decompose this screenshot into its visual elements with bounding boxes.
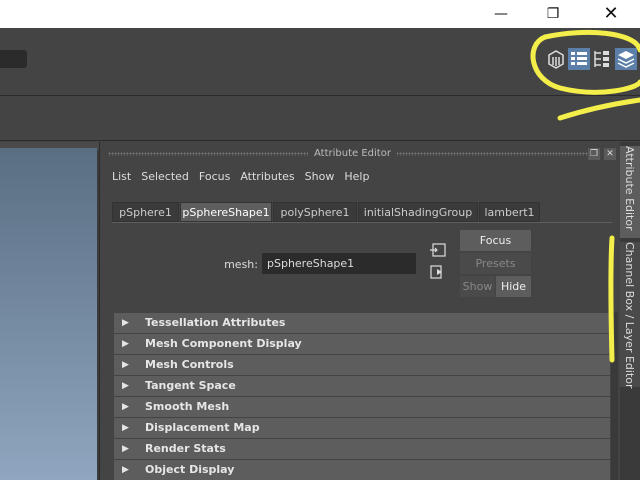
expand-arrow-icon: ▶: [122, 339, 129, 349]
menu-focus[interactable]: Focus: [199, 170, 230, 183]
shelf-bar: [0, 97, 640, 141]
menu-list[interactable]: List: [112, 170, 131, 183]
attribute-editor-menubar: List Selected Focus Attributes Show Help: [112, 170, 379, 188]
expand-arrow-icon: ▶: [122, 423, 129, 433]
section-object-display[interactable]: ▶ Object Display: [114, 460, 610, 480]
status-line: [0, 28, 640, 96]
attribute-editor-titlebar[interactable]: Attribute Editor ❐ ✕: [108, 146, 620, 162]
side-tab-channel-box[interactable]: Channel Box / Layer Editor: [620, 242, 640, 389]
search-field[interactable]: [0, 50, 27, 68]
modeling-toolkit-icon[interactable]: [545, 48, 567, 70]
output-connection-icon[interactable]: [430, 265, 446, 279]
tab-psphere1[interactable]: pSphere1: [112, 202, 179, 222]
side-tab-strip: Attribute Editor Channel Box / Layer Edi…: [620, 142, 640, 480]
channel-box-icon[interactable]: [615, 48, 637, 70]
close-button[interactable]: ✕: [588, 0, 634, 28]
focus-button[interactable]: Focus: [460, 230, 531, 251]
tab-polysphere1[interactable]: polySphere1: [273, 202, 357, 222]
hide-button[interactable]: Hide: [496, 276, 531, 297]
tool-settings-icon[interactable]: [591, 48, 613, 70]
menu-selected[interactable]: Selected: [141, 170, 189, 183]
viewport[interactable]: [0, 148, 97, 480]
section-render-stats[interactable]: ▶ Render Stats: [114, 439, 610, 459]
float-panel-icon[interactable]: ❐: [588, 148, 600, 160]
mesh-label: mesh:: [224, 258, 258, 271]
presets-button[interactable]: Presets: [460, 253, 531, 274]
tab-psphereshape1[interactable]: pSphereShape1: [180, 202, 272, 222]
attribute-editor-title: Attribute Editor: [308, 146, 397, 162]
section-tessellation-attributes[interactable]: ▶ Tessellation Attributes: [114, 313, 610, 333]
input-connection-icon[interactable]: [430, 243, 446, 257]
section-displacement-map[interactable]: ▶ Displacement Map: [114, 418, 610, 438]
section-mesh-component-display[interactable]: ▶ Mesh Component Display: [114, 334, 610, 354]
expand-arrow-icon: ▶: [122, 360, 129, 370]
side-tab-attribute-editor[interactable]: Attribute Editor: [620, 146, 640, 238]
maximize-button[interactable]: ❐: [530, 0, 576, 28]
section-mesh-controls[interactable]: ▶ Mesh Controls: [114, 355, 610, 375]
tab-initialshadinggroup[interactable]: initialShadingGroup: [358, 202, 478, 222]
section-smooth-mesh[interactable]: ▶ Smooth Mesh: [114, 397, 610, 417]
expand-arrow-icon: ▶: [122, 444, 129, 454]
show-button[interactable]: Show: [460, 276, 495, 297]
menu-show[interactable]: Show: [305, 170, 335, 183]
menu-help[interactable]: Help: [344, 170, 369, 183]
minimize-button[interactable]: —: [478, 0, 524, 28]
expand-arrow-icon: ▶: [122, 381, 129, 391]
tab-divider: [112, 222, 612, 223]
expand-arrow-icon: ▶: [122, 318, 129, 328]
mesh-name-field[interactable]: pSphereShape1: [262, 253, 416, 274]
expand-arrow-icon: ▶: [122, 465, 129, 475]
close-panel-icon[interactable]: ✕: [604, 148, 616, 160]
attribute-editor-panel: Attribute Editor ❐ ✕ List Selected Focus At…: [100, 142, 620, 480]
expand-arrow-icon: ▶: [122, 402, 129, 412]
window-titlebar: — ❐ ✕: [0, 0, 640, 28]
scrollbar[interactable]: [611, 312, 618, 480]
section-tangent-space[interactable]: ▶ Tangent Space: [114, 376, 610, 396]
menu-attributes[interactable]: Attributes: [240, 170, 294, 183]
attribute-editor-icon[interactable]: [568, 48, 590, 70]
tab-lambert1[interactable]: lambert1: [479, 202, 540, 222]
